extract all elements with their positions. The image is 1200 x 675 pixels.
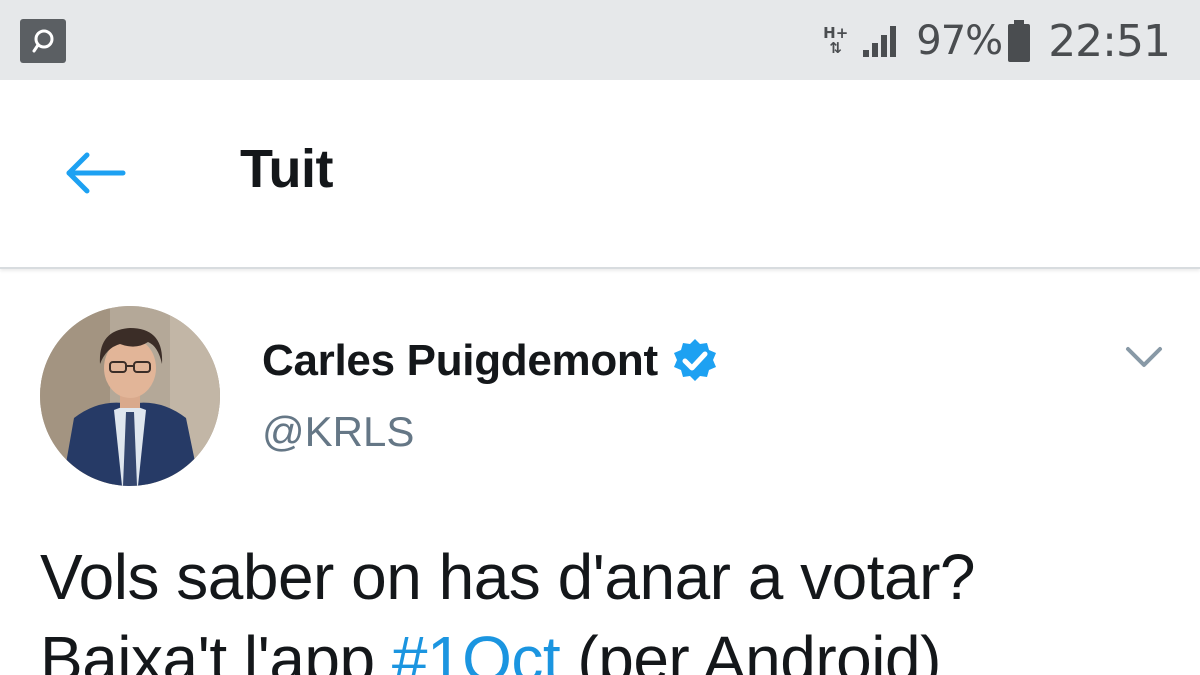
tweet-text-line-2: Baixa't l'app #1Oct (per Android) bbox=[40, 618, 1180, 675]
chevron-down-icon bbox=[1126, 347, 1162, 367]
arrow-left-icon bbox=[66, 152, 126, 194]
author-name-row[interactable]: Carles Puigdemont bbox=[262, 336, 720, 386]
app-header: Tuit bbox=[0, 80, 1200, 269]
avatar[interactable] bbox=[40, 306, 220, 486]
search-icon bbox=[20, 19, 66, 63]
back-button[interactable] bbox=[60, 142, 130, 204]
tweet-text: Vols saber on has d'anar a votar? Baixa'… bbox=[40, 536, 1180, 675]
data-activity-icon: ⇅ bbox=[829, 39, 842, 57]
signal-strength-icon bbox=[862, 24, 902, 58]
battery-icon bbox=[1008, 20, 1031, 62]
tweet-text-line-1: Vols saber on has d'anar a votar? bbox=[40, 541, 976, 613]
network-type-indicator: H+ ⇅ bbox=[823, 26, 848, 56]
page-title: Tuit bbox=[240, 139, 333, 199]
author-name[interactable]: Carles Puigdemont bbox=[262, 336, 658, 386]
tweet-detail-screen: H+ ⇅ 97% 22:51 Tuit Carles Puigdemont @K… bbox=[0, 0, 1200, 675]
clock: 22:51 bbox=[1048, 15, 1171, 67]
author-handle[interactable]: @KRLS bbox=[262, 408, 414, 456]
status-indicators: H+ ⇅ 97% 22:51 bbox=[823, 14, 1171, 68]
status-bar: H+ ⇅ 97% 22:51 bbox=[0, 0, 1200, 80]
verified-badge-icon bbox=[670, 336, 720, 386]
hashtag-link[interactable]: #1Oct bbox=[392, 623, 561, 675]
tweet-menu-button[interactable] bbox=[1122, 340, 1166, 374]
tweet-text-segment: (per Android) bbox=[560, 623, 941, 675]
battery-percentage: 97% bbox=[916, 18, 1003, 64]
tweet-text-segment: Baixa't l'app bbox=[40, 623, 392, 675]
